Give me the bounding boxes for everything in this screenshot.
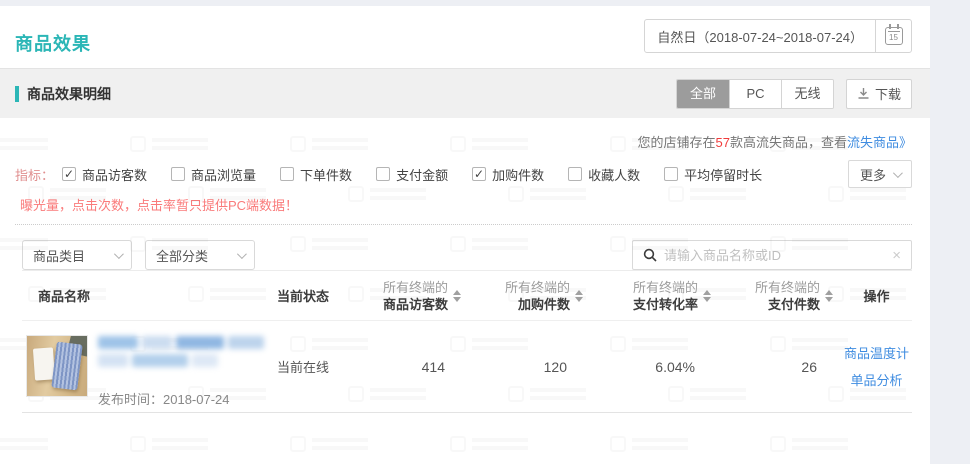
checkbox-icon[interactable] — [280, 167, 294, 181]
metric-label: 收藏人数 — [588, 165, 640, 184]
metric-checkbox-0[interactable]: ✓ 商品访客数 — [62, 165, 147, 184]
dotted-divider — [15, 224, 912, 225]
paid-items-cell: 26 — [719, 321, 841, 413]
calendar-icon: 15 — [885, 27, 903, 45]
download-button[interactable]: 下载 — [846, 79, 912, 109]
product-search-box[interactable]: × — [632, 240, 912, 270]
terminal-tab-无线[interactable]: 无线 — [781, 80, 833, 108]
content-area: 您的店铺存在57款高流失商品，查看流失商品》 指标： ✓ 商品访客数 商品浏览量 下单… — [0, 132, 930, 413]
publish-time: 发布时间：2018-07-24 — [98, 389, 276, 408]
chevron-down-icon — [893, 168, 903, 178]
metric-label: 加购件数 — [492, 165, 544, 184]
terminal-tab-全部[interactable]: 全部 — [677, 80, 729, 108]
more-metrics-button[interactable]: 更多 — [848, 160, 912, 188]
checkbox-icon[interactable] — [376, 167, 390, 181]
sort-icon[interactable] — [825, 290, 833, 302]
table-header-row: 商品名称 当前状态 所有终端的商品访客数 所有终端的加购件数 — [22, 271, 912, 321]
single-product-analysis-link[interactable]: 单品分析 — [841, 367, 912, 394]
col-header-actions: 操作 — [841, 271, 912, 321]
metric-label: 平均停留时长 — [684, 165, 762, 184]
section-bar: 商品效果明细 全部PC无线 下载 — [0, 68, 930, 118]
product-thumbnail[interactable] — [26, 335, 88, 397]
main-panel: 商品效果 自然日（2018-07-24~2018-07-24） 15 商品效果明… — [0, 6, 930, 464]
chevron-down-icon — [114, 249, 124, 259]
product-name-redacted[interactable] — [98, 336, 276, 367]
metric-label: 商品访客数 — [82, 165, 147, 184]
search-icon — [643, 248, 657, 262]
search-input[interactable] — [664, 248, 892, 263]
date-range-label[interactable]: 自然日（2018-07-24~2018-07-24） — [645, 20, 875, 52]
churn-notice: 您的店铺存在57款高流失商品，查看流失商品》 — [0, 132, 912, 150]
pay-conversion-cell: 6.04% — [591, 321, 719, 413]
churn-products-link[interactable]: 流失商品》 — [847, 135, 912, 150]
filter-row: 商品类目 全部分类 × — [22, 240, 912, 270]
accent-bar — [15, 86, 19, 102]
sort-icon[interactable] — [703, 290, 711, 302]
download-icon — [857, 87, 870, 100]
clear-search-icon[interactable]: × — [892, 248, 901, 263]
checkbox-icon[interactable] — [568, 167, 582, 181]
date-range-selector[interactable]: 自然日（2018-07-24~2018-07-24） 15 — [644, 19, 912, 53]
status-cell: 当前在线 — [262, 321, 357, 413]
category-dropdown[interactable]: 商品类目 — [22, 240, 132, 270]
checkbox-icon[interactable]: ✓ — [472, 167, 486, 181]
terminal-tab-PC[interactable]: PC — [729, 80, 781, 108]
checkbox-icon[interactable]: ✓ — [62, 167, 76, 181]
metrics-row: 指标： ✓ 商品访客数 商品浏览量 下单件数 支付金额 ✓ 加购件数 收藏人数 平均停留时长 更… — [15, 160, 912, 188]
product-thermometer-link[interactable]: 商品温度计 — [841, 340, 912, 367]
col-header-pay-conversion: 所有终端的支付转化率 — [591, 271, 719, 321]
page-header: 商品效果 自然日（2018-07-24~2018-07-24） 15 — [0, 6, 930, 68]
classification-dropdown[interactable]: 全部分类 — [145, 240, 255, 270]
chevron-down-icon — [237, 249, 247, 259]
metric-checkbox-6[interactable]: 平均停留时长 — [664, 165, 762, 184]
col-header-product-name: 商品名称 — [22, 271, 262, 321]
visitors-cell: 414 — [357, 321, 469, 413]
metric-label: 支付金额 — [396, 165, 448, 184]
product-table: 商品名称 当前状态 所有终端的商品访客数 所有终端的加购件数 — [22, 270, 912, 413]
cart-items-cell: 120 — [469, 321, 591, 413]
sort-icon[interactable] — [453, 290, 461, 302]
section-title: 商品效果明细 — [15, 84, 111, 104]
checkbox-icon[interactable] — [171, 167, 185, 181]
col-header-cart-items: 所有终端的加购件数 — [469, 271, 591, 321]
checkbox-icon[interactable] — [664, 167, 678, 181]
metric-label: 下单件数 — [300, 165, 352, 184]
calendar-button[interactable]: 15 — [875, 20, 911, 52]
metric-checkbox-3[interactable]: 支付金额 — [376, 165, 448, 184]
sort-icon[interactable] — [575, 290, 583, 302]
metric-list: ✓ 商品访客数 商品浏览量 下单件数 支付金额 ✓ 加购件数 收藏人数 平均停留时长 — [62, 165, 786, 184]
metrics-label: 指标： — [15, 165, 54, 184]
pc-data-warning: 曝光量，点击次数，点击率暂只提供PC端数据！ — [20, 195, 930, 214]
metric-checkbox-2[interactable]: 下单件数 — [280, 165, 352, 184]
table-row: 发布时间：2018-07-24 当前在线 414 120 6.04% 26 商品… — [22, 321, 912, 413]
metric-checkbox-1[interactable]: 商品浏览量 — [171, 165, 256, 184]
metric-label: 商品浏览量 — [191, 165, 256, 184]
page-title: 商品效果 — [15, 30, 91, 56]
col-header-status: 当前状态 — [262, 271, 357, 321]
col-header-paid-items: 所有终端的支付件数 — [719, 271, 841, 321]
churn-count: 57 — [716, 135, 730, 150]
metric-checkbox-4[interactable]: ✓ 加购件数 — [472, 165, 544, 184]
col-header-visitors: 所有终端的商品访客数 — [357, 271, 469, 321]
terminal-tab-group: 全部PC无线 — [676, 79, 834, 109]
metric-checkbox-5[interactable]: 收藏人数 — [568, 165, 640, 184]
